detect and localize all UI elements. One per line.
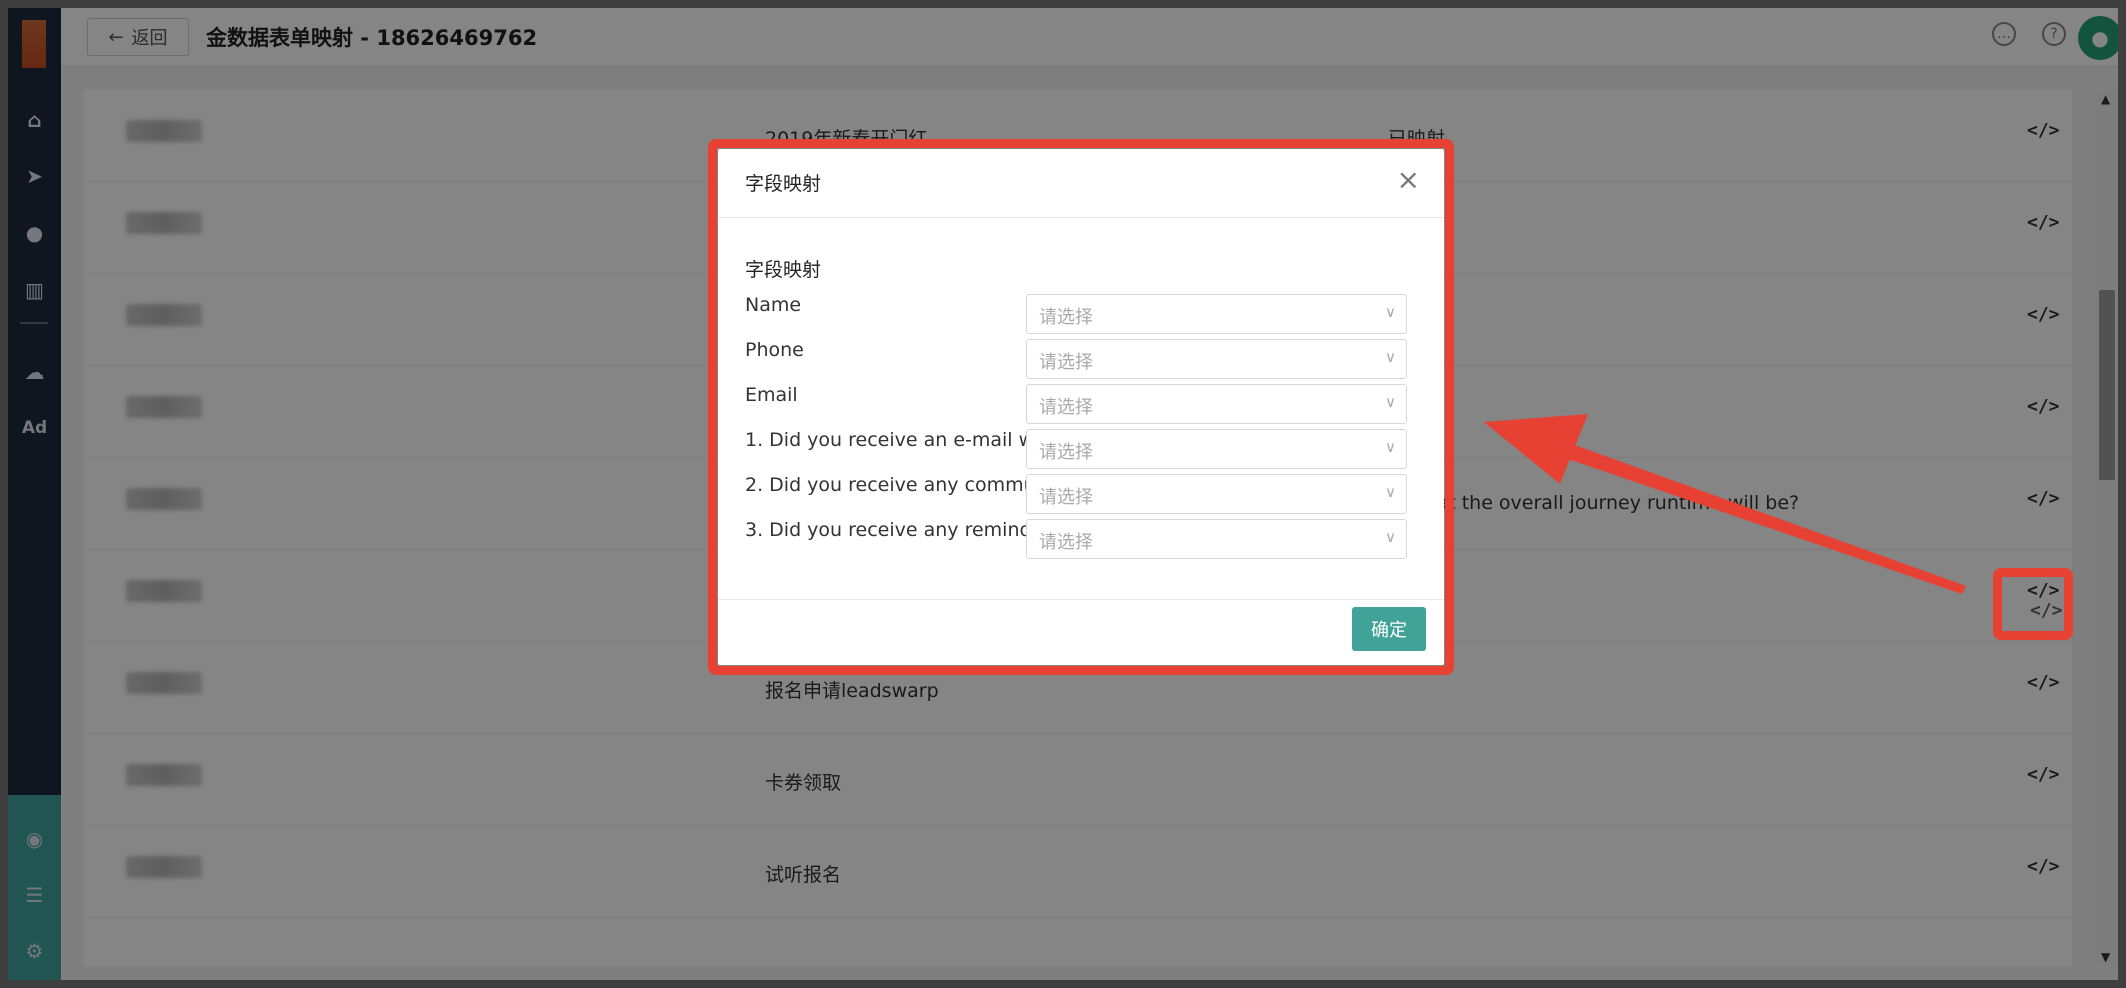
annotation-arrow	[1484, 414, 1966, 594]
arrow-shaft	[1536, 434, 1966, 594]
arrow-head	[1484, 414, 1588, 484]
